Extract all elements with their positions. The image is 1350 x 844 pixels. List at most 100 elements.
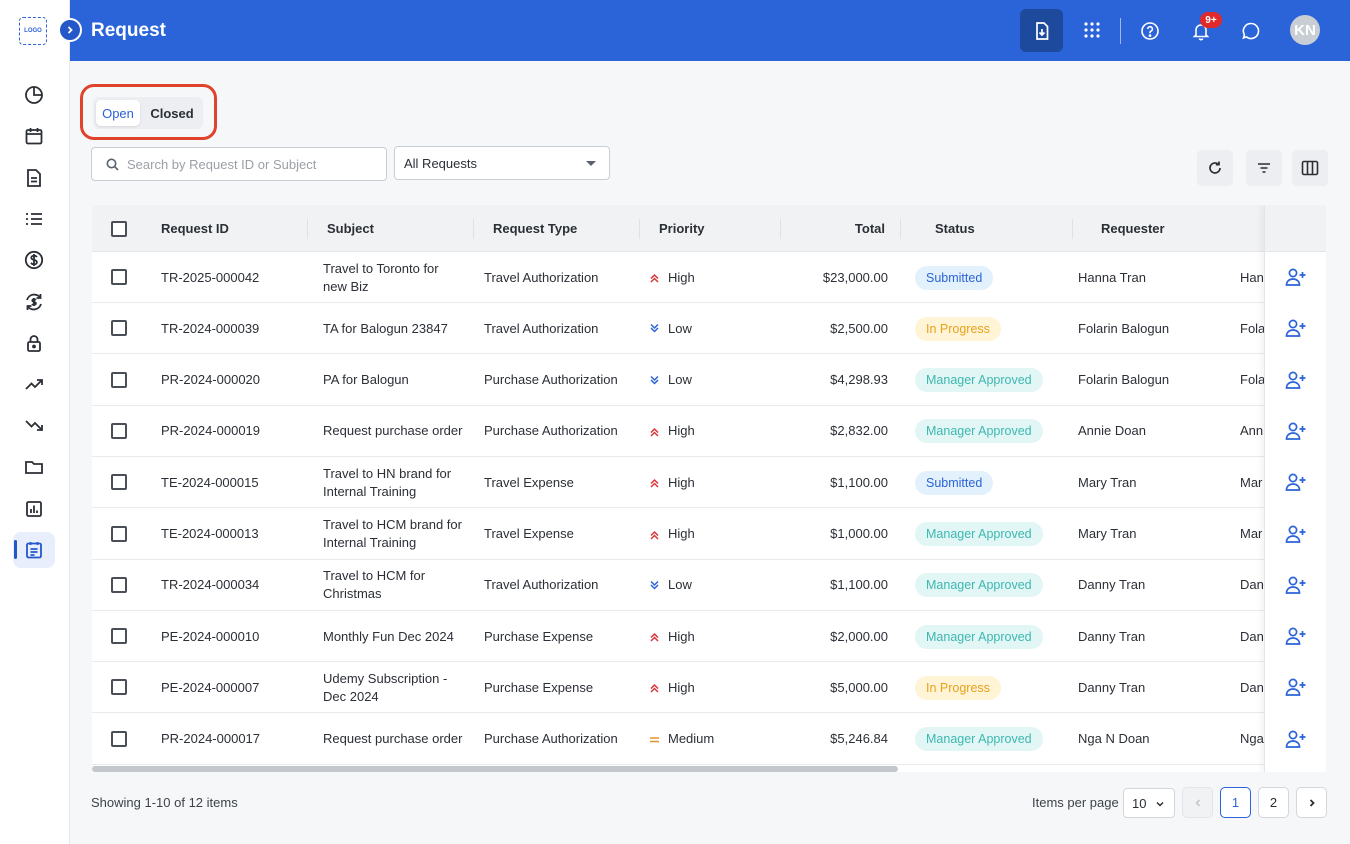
column-header-total[interactable]: Total — [792, 205, 885, 252]
table-row[interactable]: TE-2024-000015 Travel to HN brand for Int… — [92, 457, 1326, 509]
table-row[interactable]: PR-2024-000019 Request purchase order Purc… — [92, 406, 1326, 457]
row-checkbox[interactable] — [111, 269, 127, 285]
cell-request-id[interactable]: PR-2024-000019 — [161, 406, 311, 457]
cell-request-id[interactable]: PR-2024-000020 — [161, 355, 311, 406]
table-row[interactable]: TR-2024-000034 Travel to HCM for Christma… — [92, 560, 1326, 611]
trending-up-icon[interactable] — [22, 372, 46, 396]
row-checkbox[interactable] — [111, 320, 127, 337]
select-all-checkbox[interactable] — [111, 221, 127, 237]
row-checkbox[interactable] — [111, 422, 127, 439]
column-header-requester[interactable]: Requester — [1101, 205, 1165, 252]
cell-status: In Progress — [915, 303, 1065, 354]
request-icon[interactable] — [22, 538, 46, 562]
dollar-icon[interactable] — [22, 248, 46, 272]
items-per-page-select[interactable]: 10 — [1123, 788, 1175, 818]
tab-open[interactable]: Open — [96, 100, 140, 126]
currency-exchange-icon[interactable] — [22, 290, 46, 314]
table-row[interactable]: PR-2024-000017 Request purchase order Purc… — [92, 714, 1326, 765]
prev-page-button[interactable] — [1182, 787, 1213, 818]
row-checkbox[interactable] — [111, 730, 127, 747]
column-divider — [639, 219, 640, 239]
refresh-icon — [1209, 161, 1221, 174]
column-header-status[interactable]: Status — [935, 205, 975, 252]
row-checkbox[interactable] — [111, 628, 127, 645]
cell-request-id[interactable]: PE-2024-000007 — [161, 662, 311, 713]
assign-user-button[interactable] — [1284, 470, 1308, 494]
help-button[interactable] — [1139, 20, 1161, 42]
cell-status: Submitted — [915, 252, 1065, 303]
calendar-icon[interactable] — [22, 124, 46, 148]
avatar[interactable]: KN — [1290, 15, 1320, 45]
table-row[interactable]: PR-2024-000020 PA for Balogun Purchase Aut… — [92, 355, 1326, 406]
cell-request-type: Purchase Authorization — [484, 731, 618, 747]
cell-request-id[interactable]: TR-2025-000042 — [161, 252, 311, 303]
caret-down-icon — [586, 161, 596, 166]
request-filter-select[interactable]: All Requests — [394, 146, 610, 180]
table-row[interactable]: TR-2025-000042 Travel to Toronto for new … — [92, 252, 1326, 303]
cell-request-type: Travel Expense — [484, 526, 574, 541]
table-row[interactable]: TE-2024-000013 Travel to HCM brand for In… — [92, 509, 1326, 560]
cell-request-type: Travel Authorization — [484, 577, 599, 593]
row-checkbox[interactable] — [111, 474, 127, 491]
cell-total: $2,832.00 — [830, 423, 888, 439]
row-checkbox[interactable] — [111, 371, 127, 388]
filter-button[interactable] — [1246, 150, 1282, 186]
column-header-request-type[interactable]: Request Type — [493, 205, 577, 252]
assign-user-button[interactable] — [1284, 522, 1308, 546]
cell-request-id[interactable]: PE-2024-000010 — [161, 611, 311, 662]
assign-user-button[interactable] — [1284, 265, 1308, 289]
cell-request-id[interactable]: PR-2024-000017 — [161, 714, 311, 765]
chevron-right-icon — [67, 26, 73, 34]
table-row[interactable]: PE-2024-000010 Monthly Fun Dec 2024 Purcha… — [92, 611, 1326, 663]
refresh-button[interactable] — [1197, 150, 1233, 186]
priority-label: High — [668, 679, 695, 695]
list-icon[interactable] — [22, 207, 46, 231]
download-button[interactable] — [1020, 9, 1063, 52]
chat-button[interactable] — [1240, 20, 1262, 42]
column-header-subject[interactable]: Subject — [327, 205, 374, 252]
horizontal-scrollbar[interactable] — [92, 766, 898, 772]
table-row[interactable]: TR-2024-000039 TA for Balogun 23847 Travel… — [92, 303, 1326, 355]
tab-closed[interactable]: Closed — [145, 100, 199, 126]
cell-request-id[interactable]: TE-2024-000013 — [161, 509, 311, 560]
table-row[interactable]: PE-2024-000007 Udemy Subscription - Dec 2… — [92, 662, 1326, 714]
columns-button[interactable] — [1292, 150, 1328, 186]
next-page-button[interactable] — [1296, 787, 1327, 818]
assign-user-button[interactable] — [1284, 368, 1308, 392]
assign-user-button[interactable] — [1284, 573, 1308, 597]
cell-priority: High — [649, 611, 769, 662]
cell-request-id[interactable]: TR-2024-000039 — [161, 303, 311, 354]
column-header-request-id[interactable]: Request ID — [161, 205, 229, 252]
column-header-priority[interactable]: Priority — [659, 205, 705, 252]
assign-user-button[interactable] — [1284, 624, 1308, 648]
cell-subject: Travel to HN brand for Internal Training — [323, 465, 452, 499]
row-checkbox[interactable] — [111, 525, 127, 542]
tab-group: Open Closed — [93, 97, 203, 129]
search-input[interactable] — [127, 148, 377, 180]
assign-user-button[interactable] — [1284, 675, 1308, 699]
assign-user-button[interactable] — [1284, 727, 1308, 751]
column-divider — [900, 219, 901, 239]
apps-grid-button[interactable] — [1081, 19, 1103, 41]
cell-request-id[interactable]: TE-2024-000015 — [161, 457, 311, 508]
cell-submitter: Fola — [1240, 372, 1264, 388]
row-checkbox[interactable] — [111, 679, 127, 696]
document-icon[interactable] — [22, 166, 46, 190]
page-2-button[interactable]: 2 — [1258, 787, 1289, 818]
assign-user-button[interactable] — [1284, 419, 1308, 443]
sidebar-expand-button[interactable] — [58, 18, 82, 42]
cell-request-id[interactable]: TR-2024-000034 — [161, 560, 311, 611]
cell-submitter: Dan — [1240, 577, 1264, 593]
cell-submitter: Han — [1240, 269, 1264, 285]
assign-user-button[interactable] — [1284, 316, 1308, 340]
row-checkbox[interactable] — [111, 576, 127, 593]
cell-request-type: Travel Authorization — [484, 269, 599, 285]
folder-icon[interactable] — [22, 455, 46, 479]
pie-chart-icon[interactable] — [22, 83, 46, 107]
cell-request-type: Travel Authorization — [484, 320, 599, 336]
cell-status: Manager Approved — [915, 509, 1065, 560]
page-1-button[interactable]: 1 — [1220, 787, 1251, 818]
report-icon[interactable] — [22, 497, 46, 521]
trending-down-icon[interactable] — [22, 414, 46, 438]
lock-icon[interactable] — [22, 331, 46, 355]
